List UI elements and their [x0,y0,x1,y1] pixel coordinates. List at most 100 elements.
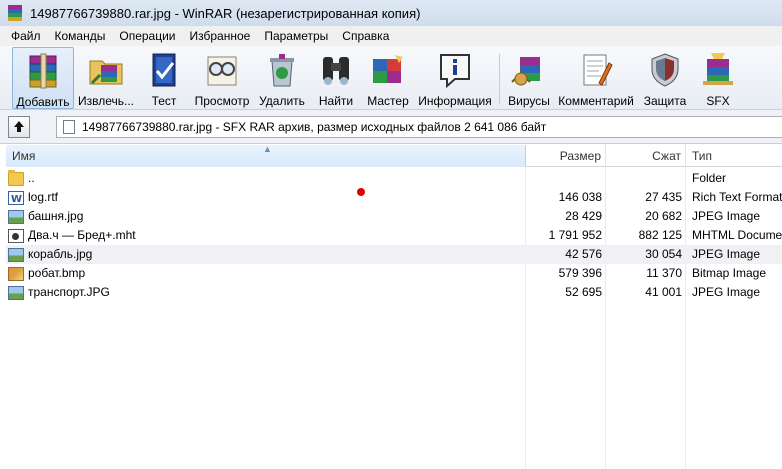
sfx-button-label: SFX [706,94,730,108]
file-packed: 41 001 [645,285,682,299]
column-header-name-label: Имя [12,149,36,163]
add-button[interactable]: Добавить [12,47,74,109]
file-packed: 11 370 [646,266,682,280]
test-button[interactable]: Тест [138,47,190,109]
column-header-size[interactable]: Размер [526,145,606,167]
delete-recycle-icon [263,51,301,89]
column-header-type[interactable]: Тип [686,145,782,167]
title-bar: 14987766739880.rar.jpg - WinRAR (незарег… [0,0,782,26]
winrar-app-icon[interactable] [6,4,24,22]
extract-folder-icon [87,51,125,89]
file-row[interactable]: транспорт.JPG 52 695 41 001 JPEG Image [6,283,782,302]
sort-ascending-icon: ▲ [263,144,272,154]
file-name: log.rtf [28,190,59,204]
delete-button-label: Удалить [259,94,305,108]
column-header-name[interactable]: Имя ▲ [6,144,526,167]
menu-favorites[interactable]: Избранное [183,29,258,43]
wizard-button[interactable]: Мастер [362,47,414,109]
jpg-file-icon [8,209,24,224]
file-row[interactable]: Два.ч — Бред+.mht 1 791 952 882 125 MHTM… [6,226,782,245]
menu-operations[interactable]: Операции [112,29,182,43]
find-binoculars-icon [317,51,355,89]
path-bar: 14987766739880.rar.jpg - SFX RAR архив, … [0,110,782,144]
sfx-icon [699,51,737,89]
file-list-header: Имя ▲ Размер Сжат Тип [6,144,782,167]
books-add-icon [24,52,62,90]
test-check-icon [145,51,183,89]
folder-icon [8,169,24,186]
file-name: робат.bmp [28,266,86,280]
sfx-button[interactable]: SFX [693,47,743,109]
menu-help[interactable]: Справка [335,29,396,43]
main-toolbar: Добавить Извлечь... Тест Просмотр Удалит… [0,46,782,110]
file-packed: 20 682 [645,209,682,223]
file-packed: 27 435 [645,190,682,204]
delete-button[interactable]: Удалить [254,47,310,109]
jpg-file-icon [8,285,24,300]
find-button[interactable]: Найти [310,47,362,109]
file-type: JPEG Image [692,209,761,223]
window-title: 14987766739880.rar.jpg - WinRAR (незарег… [30,5,421,21]
file-size: 42 576 [565,247,602,261]
file-row-highlighted[interactable]: корабль.jpg 42 576 30 054 JPEG Image [6,245,782,264]
menu-file[interactable]: Файл [4,29,48,43]
archive-path-text: 14987766739880.rar.jpg - SFX RAR архив, … [82,120,547,134]
virus-scan-button-label: Вирусы [508,94,550,108]
file-type: JPEG Image [692,285,761,299]
file-packed [606,169,682,188]
file-row[interactable]: робат.bmp 579 396 11 370 Bitmap Image [6,264,782,283]
info-button[interactable]: Информация [414,47,496,109]
file-size [526,169,602,188]
file-row[interactable]: башня.jpg 28 429 20 682 JPEG Image [6,207,782,226]
bmp-file-icon [8,266,24,281]
cursor-marker-dot [357,188,365,196]
toolbar-separator [499,54,500,104]
virus-scan-button[interactable]: Вирусы [503,47,555,109]
file-packed: 30 054 [645,247,682,261]
file-type: Rich Text Format [692,190,782,204]
wizard-button-label: Мастер [367,94,409,108]
file-type: MHTML Document [692,228,782,242]
file-row-parent[interactable]: .. Folder [6,169,782,188]
comment-button[interactable]: Комментарий [555,47,637,109]
info-button-label: Информация [418,94,492,108]
archive-file-icon [63,120,75,134]
find-button-label: Найти [318,94,354,108]
file-name: башня.jpg [28,209,84,223]
file-size: 28 429 [565,209,602,223]
protect-button[interactable]: Защита [637,47,693,109]
file-size: 52 695 [565,285,602,299]
extract-button-label: Извлечь... [77,94,134,108]
file-size: 579 396 [558,266,602,280]
rtf-file-icon [8,190,24,207]
info-icon [436,51,474,89]
file-type: JPEG Image [692,247,761,261]
column-header-packed[interactable]: Сжат [606,145,686,167]
file-packed: 882 125 [638,228,682,242]
file-size: 146 038 [558,190,602,204]
file-name: Два.ч — Бред+.mht [28,228,136,242]
file-type: Bitmap Image [692,266,767,280]
file-name: .. [28,171,35,185]
wizard-icon [369,51,407,89]
virus-scan-icon [510,51,548,89]
file-list: Имя ▲ Размер Сжат Тип .. Folder log.rtf … [6,144,782,469]
mht-file-icon [8,228,24,243]
file-type: Folder [692,171,727,185]
view-glasses-icon [203,51,241,89]
arrow-up-icon [14,120,24,132]
add-button-label: Добавить [16,95,70,109]
file-name: транспорт.JPG [28,285,110,299]
comment-icon [577,51,615,89]
menu-commands[interactable]: Команды [48,29,113,43]
shield-icon [646,51,684,89]
menu-options[interactable]: Параметры [257,29,335,43]
file-size: 1 791 952 [548,228,602,242]
up-folder-button[interactable] [8,115,30,138]
protect-button-label: Защита [643,94,687,108]
view-button[interactable]: Просмотр [190,47,254,109]
file-row[interactable]: log.rtf 146 038 27 435 Rich Text Format [6,188,782,207]
comment-button-label: Комментарий [558,94,634,108]
archive-path-field[interactable]: 14987766739880.rar.jpg - SFX RAR архив, … [56,116,782,138]
extract-button[interactable]: Извлечь... [74,47,138,109]
